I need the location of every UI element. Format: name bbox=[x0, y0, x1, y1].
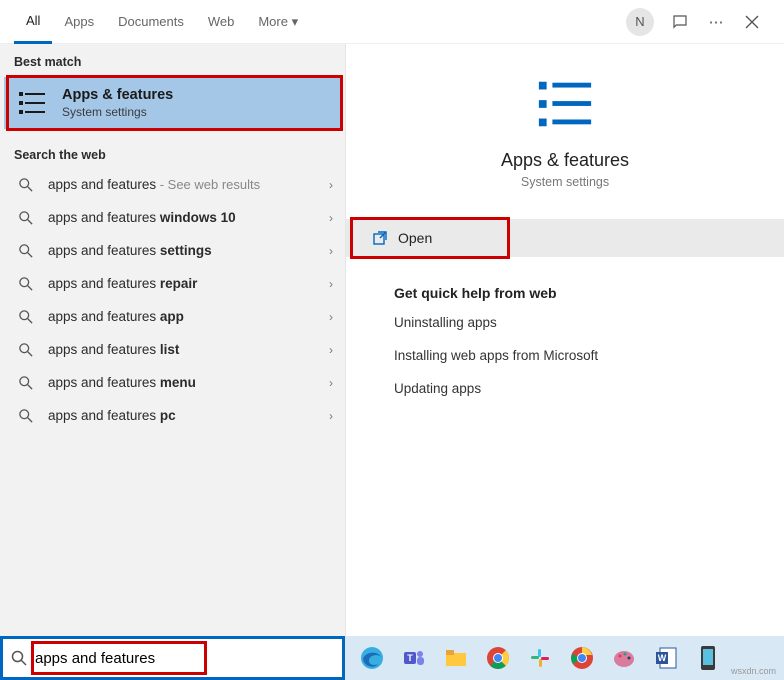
help-title: Get quick help from web bbox=[394, 285, 764, 301]
web-result[interactable]: apps and features menu › bbox=[0, 366, 345, 399]
avatar[interactable]: N bbox=[626, 8, 654, 36]
paint-icon[interactable] bbox=[604, 638, 644, 678]
preview-panel: Apps & features System settings Open Get… bbox=[346, 44, 784, 680]
web-result[interactable]: apps and features pc › bbox=[0, 399, 345, 432]
search-web-label: Search the web bbox=[0, 137, 345, 168]
word-icon[interactable]: W bbox=[646, 638, 686, 678]
web-result[interactable]: apps and features settings › bbox=[0, 234, 345, 267]
svg-text:T: T bbox=[407, 653, 413, 663]
preview-subtitle: System settings bbox=[521, 175, 609, 189]
teams-icon[interactable]: T bbox=[394, 638, 434, 678]
help-item[interactable]: Updating apps bbox=[394, 381, 764, 396]
chrome-icon[interactable] bbox=[562, 638, 602, 678]
result-text: apps and features pc bbox=[48, 408, 323, 423]
tab-documents[interactable]: Documents bbox=[106, 0, 196, 44]
slack-icon[interactable] bbox=[520, 638, 560, 678]
header-tabs: All Apps Documents Web More ▾ N ⋯ bbox=[0, 0, 784, 44]
chevron-right-icon: › bbox=[329, 211, 333, 225]
tab-all[interactable]: All bbox=[14, 0, 52, 44]
close-icon[interactable] bbox=[734, 4, 770, 40]
files-icon[interactable] bbox=[436, 638, 476, 678]
search-icon bbox=[16, 343, 36, 357]
result-text: apps and features menu bbox=[48, 375, 323, 390]
best-match-label: Best match bbox=[0, 44, 345, 75]
phone-icon[interactable] bbox=[688, 638, 728, 678]
feedback-icon[interactable] bbox=[662, 4, 698, 40]
tab-more[interactable]: More ▾ bbox=[246, 0, 310, 44]
chevron-right-icon: › bbox=[329, 343, 333, 357]
help-item[interactable]: Uninstalling apps bbox=[394, 315, 764, 330]
result-text: apps and features repair bbox=[48, 276, 323, 291]
search-icon bbox=[16, 244, 36, 258]
best-match-title: Apps & features bbox=[62, 87, 173, 103]
open-label: Open bbox=[398, 230, 432, 246]
web-result[interactable]: apps and features app › bbox=[0, 300, 345, 333]
open-icon bbox=[372, 230, 388, 246]
tab-apps[interactable]: Apps bbox=[52, 0, 106, 44]
search-icon bbox=[16, 211, 36, 225]
search-icon bbox=[16, 178, 36, 192]
result-text: apps and features windows 10 bbox=[48, 210, 323, 225]
web-result[interactable]: apps and features - See web results › bbox=[0, 168, 345, 201]
search-box[interactable] bbox=[3, 639, 342, 677]
chevron-right-icon: › bbox=[329, 277, 333, 291]
svg-text:W: W bbox=[658, 653, 667, 663]
result-text: apps and features app bbox=[48, 309, 323, 324]
best-match-subtitle: System settings bbox=[62, 105, 173, 119]
list-icon bbox=[18, 88, 48, 118]
search-icon bbox=[11, 650, 27, 666]
list-icon bbox=[535, 74, 595, 134]
result-text: apps and features list bbox=[48, 342, 323, 357]
search-icon bbox=[16, 409, 36, 423]
chevron-right-icon: › bbox=[329, 244, 333, 258]
result-text: apps and features - See web results bbox=[48, 177, 323, 192]
tab-web[interactable]: Web bbox=[196, 0, 247, 44]
open-button[interactable]: Open bbox=[346, 219, 784, 257]
chevron-right-icon: › bbox=[329, 310, 333, 324]
search-input[interactable] bbox=[35, 650, 334, 667]
chevron-right-icon: › bbox=[329, 409, 333, 423]
web-result[interactable]: apps and features repair › bbox=[0, 267, 345, 300]
edge-icon[interactable] bbox=[352, 638, 392, 678]
searchbar-area bbox=[0, 636, 345, 680]
chrome-icon[interactable] bbox=[478, 638, 518, 678]
help-item[interactable]: Installing web apps from Microsoft bbox=[394, 348, 764, 363]
search-icon bbox=[16, 376, 36, 390]
search-icon bbox=[16, 310, 36, 324]
chevron-right-icon: › bbox=[329, 178, 333, 192]
preview-title: Apps & features bbox=[501, 150, 629, 171]
result-text: apps and features settings bbox=[48, 243, 323, 258]
best-match-result[interactable]: Apps & features System settings bbox=[4, 77, 341, 129]
taskbar: T W bbox=[346, 636, 784, 680]
web-result[interactable]: apps and features windows 10 › bbox=[0, 201, 345, 234]
more-icon[interactable]: ⋯ bbox=[698, 4, 734, 40]
search-icon bbox=[16, 277, 36, 291]
web-result[interactable]: apps and features list › bbox=[0, 333, 345, 366]
chevron-right-icon: › bbox=[329, 376, 333, 390]
results-panel: Best match Apps & features System settin… bbox=[0, 44, 346, 680]
